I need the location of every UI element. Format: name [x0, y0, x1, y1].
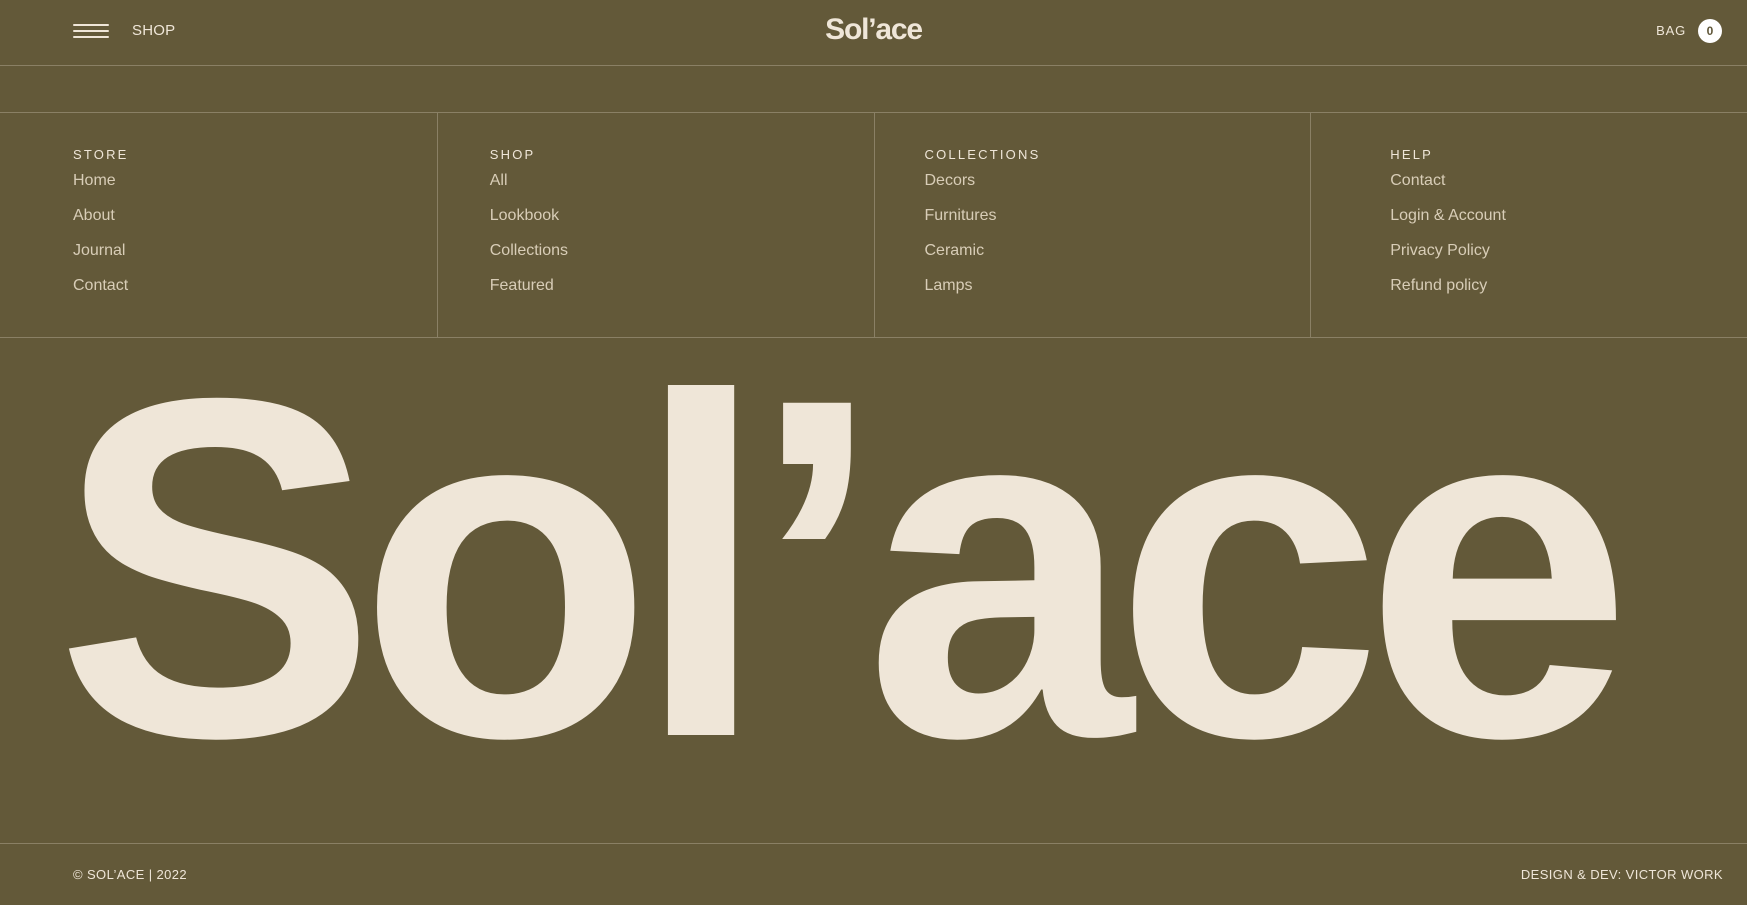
credit-text: DESIGN & DEV: VICTOR WORK	[1520, 867, 1723, 882]
top-navigation-bar: SHOP Sol’ace BAG 0	[0, 0, 1747, 66]
column-heading: SHOP	[489, 147, 536, 162]
column-links: Home About Journal Contact	[73, 171, 437, 295]
link-all[interactable]: All	[490, 171, 874, 190]
nav-column-help: HELP Contact Login & Account Privacy Pol…	[1310, 113, 1747, 337]
column-heading: COLLECTIONS	[924, 147, 1041, 162]
link-refund-policy[interactable]: Refund policy	[1390, 276, 1747, 295]
list-item: About	[73, 206, 437, 225]
list-item: All	[490, 171, 874, 190]
link-home[interactable]: Home	[73, 171, 437, 190]
page-root: SHOP Sol’ace BAG 0 STORE Home About Jour…	[0, 0, 1747, 905]
list-item: Journal	[73, 241, 437, 260]
column-links: All Lookbook Collections Featured	[490, 171, 874, 295]
list-item: Furnitures	[925, 206, 1311, 225]
bag-link[interactable]: BAG	[1656, 19, 1686, 43]
list-item: Privacy Policy	[1390, 241, 1747, 260]
column-links: Decors Furnitures Ceramic Lamps	[925, 171, 1311, 295]
hero-wordmark-section: Sol’ace	[0, 338, 1747, 844]
column-heading: STORE	[73, 147, 129, 162]
column-heading: HELP	[1390, 147, 1434, 162]
list-item: Lamps	[925, 276, 1311, 295]
list-item: Collections	[490, 241, 874, 260]
list-item: Decors	[925, 171, 1311, 190]
brand-logo[interactable]: Sol’ace	[0, 10, 1747, 50]
link-help-contact[interactable]: Contact	[1390, 171, 1747, 190]
link-furnitures[interactable]: Furnitures	[925, 206, 1311, 225]
link-collections[interactable]: Collections	[490, 241, 874, 260]
link-featured[interactable]: Featured	[490, 276, 874, 295]
link-journal[interactable]: Journal	[73, 241, 437, 260]
link-lookbook[interactable]: Lookbook	[490, 206, 874, 225]
link-decors[interactable]: Decors	[925, 171, 1311, 190]
list-item: Ceramic	[925, 241, 1311, 260]
link-lamps[interactable]: Lamps	[925, 276, 1311, 295]
link-contact[interactable]: Contact	[73, 276, 437, 295]
link-ceramic[interactable]: Ceramic	[925, 241, 1311, 260]
hero-wordmark: Sol’ace	[55, 338, 1632, 838]
list-item: Contact	[1390, 171, 1747, 190]
column-links: Contact Login & Account Privacy Policy R…	[1390, 171, 1747, 295]
nav-column-store: STORE Home About Journal Contact	[0, 113, 437, 337]
list-item: Contact	[73, 276, 437, 295]
link-privacy-policy[interactable]: Privacy Policy	[1390, 241, 1747, 260]
bag-count-badge[interactable]: 0	[1698, 19, 1722, 43]
list-item: Lookbook	[490, 206, 874, 225]
list-item: Home	[73, 171, 437, 190]
link-about[interactable]: About	[73, 206, 437, 225]
nav-column-shop: SHOP All Lookbook Collections Featured	[436, 113, 874, 337]
footer-navigation-grid: STORE Home About Journal Contact SHOP Al…	[0, 113, 1747, 338]
bag-area: BAG 0	[1656, 19, 1722, 43]
nav-column-collections: COLLECTIONS Decors Furnitures Ceramic La…	[873, 113, 1311, 337]
page-footer: © SOL’ACE | 2022 DESIGN & DEV: VICTOR WO…	[0, 844, 1747, 905]
header-spacer-band	[0, 66, 1747, 113]
link-login-account[interactable]: Login & Account	[1390, 206, 1747, 225]
copyright-text: © SOL’ACE | 2022	[73, 867, 188, 882]
list-item: Login & Account	[1390, 206, 1747, 225]
list-item: Refund policy	[1390, 276, 1747, 295]
list-item: Featured	[490, 276, 874, 295]
